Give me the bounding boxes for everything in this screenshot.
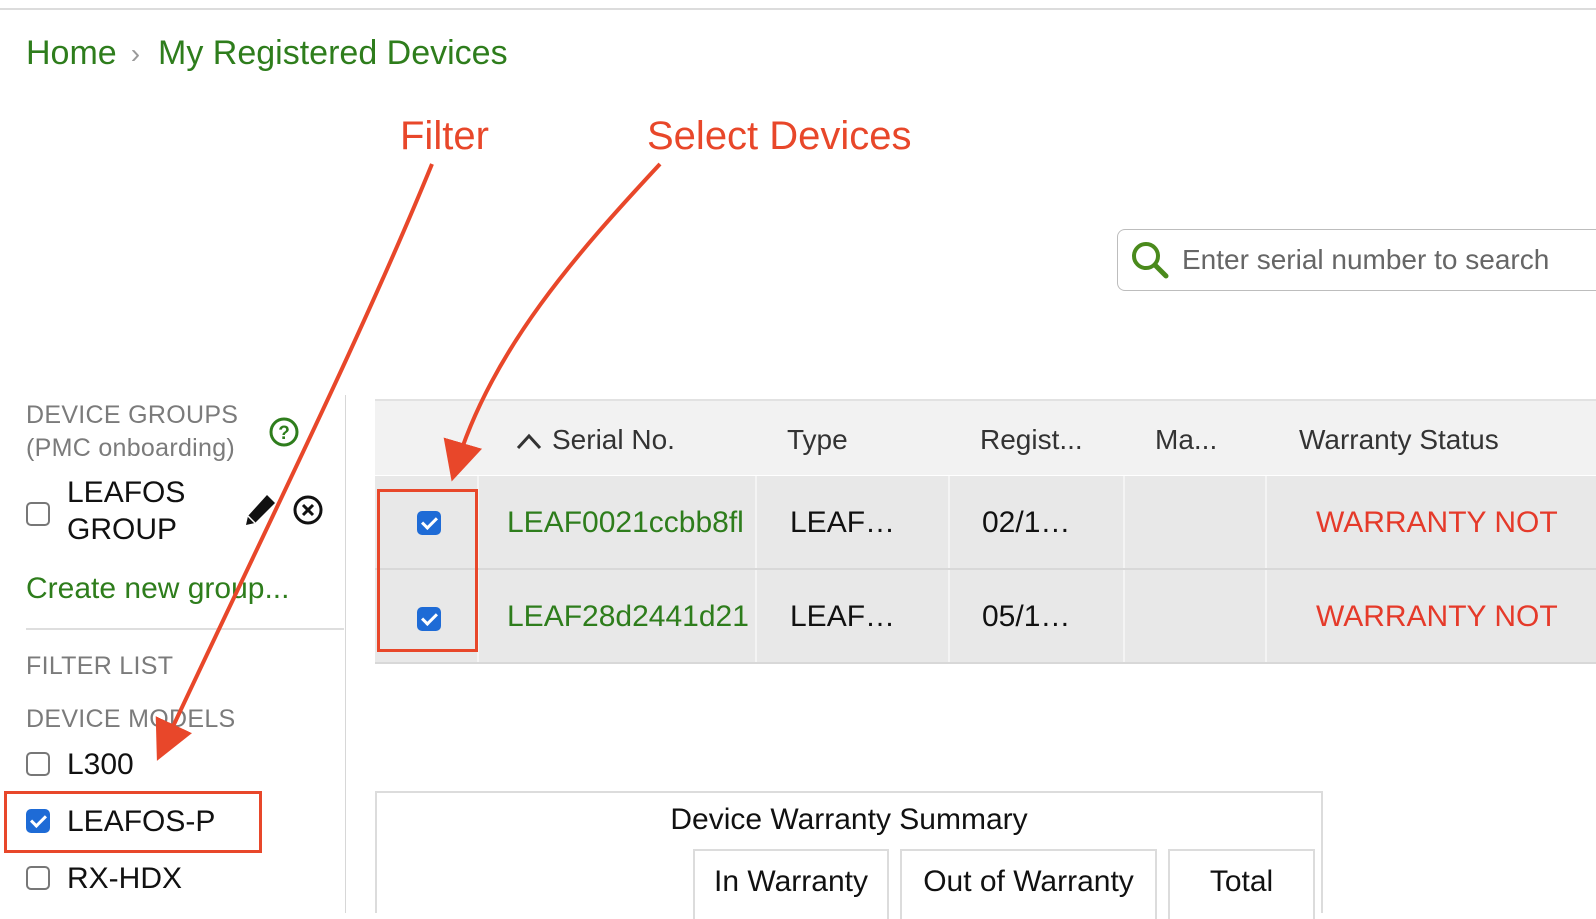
model-checkbox-leafos-p[interactable] [26, 809, 50, 833]
breadcrumb-current[interactable]: My Registered Devices [158, 34, 508, 73]
table-row[interactable]: LEAF28d2441d21 LEAF… 05/1… WARRANTY NOT [375, 570, 1596, 664]
create-group-link[interactable]: Create new group... [26, 572, 289, 606]
model-label-leafos-p: LEAFOS-P [67, 805, 216, 838]
breadcrumb-home[interactable]: Home [26, 34, 117, 73]
warranty-summary: Device Warranty Summary In Warranty Out … [375, 791, 1323, 919]
summary-title: Device Warranty Summary [670, 803, 1028, 836]
row-type: LEAF… [790, 600, 896, 633]
filter-list-title: FILTER LIST [26, 652, 174, 680]
pencil-icon[interactable] [242, 492, 278, 528]
header-manufacturer[interactable]: Ma... [1155, 424, 1217, 456]
model-checkbox-l300[interactable] [26, 752, 50, 776]
row-serial-link[interactable]: LEAF28d2441d21 [507, 600, 749, 634]
top-divider [0, 8, 1596, 10]
chevron-right-icon: › [130, 37, 141, 69]
summary-col-out-of-warranty[interactable]: Out of Warranty [900, 849, 1157, 919]
model-label-rx-hdx: RX-HDX [67, 862, 183, 895]
model-label-l300: L300 [67, 748, 134, 781]
row-checkbox[interactable] [417, 607, 441, 631]
header-type[interactable]: Type [787, 424, 848, 456]
close-circle-icon[interactable] [292, 494, 324, 526]
search-input[interactable] [1180, 243, 1596, 277]
annotation-filter: Filter [400, 114, 489, 158]
breadcrumb: Home › My Registered Devices [26, 34, 508, 73]
annotation-select-devices: Select Devices [647, 114, 912, 158]
svg-text:?: ? [278, 423, 290, 444]
summary-col-in-warranty[interactable]: In Warranty [693, 849, 889, 919]
help-icon[interactable]: ? [268, 416, 300, 448]
model-checkbox-rx-hdx[interactable] [26, 866, 50, 890]
row-warranty-status: WARRANTY NOT [1316, 600, 1558, 633]
summary-col-total[interactable]: Total [1168, 849, 1315, 919]
group-checkbox-leafos[interactable] [26, 502, 50, 526]
sidebar-divider [26, 628, 344, 630]
search-icon [1132, 242, 1169, 279]
row-registered: 02/1… [982, 506, 1071, 539]
device-groups-subtitle: (PMC onboarding) [26, 434, 236, 462]
row-type: LEAF… [790, 506, 896, 539]
table-row[interactable]: LEAF0021ccbb8fl LEAF… 02/1… WARRANTY NOT [375, 476, 1596, 570]
row-serial-link[interactable]: LEAF0021ccbb8fl [507, 506, 744, 540]
header-registered[interactable]: Regist... [980, 424, 1083, 456]
group-name-leafos: LEAFOS GROUP [67, 476, 186, 546]
sort-ascending-icon[interactable] [515, 431, 543, 451]
header-serial-no[interactable]: Serial No. [552, 424, 675, 456]
device-groups-title: DEVICE GROUPS [26, 401, 239, 429]
search-box[interactable] [1117, 229, 1596, 291]
table-header: Serial No. Type Regist... Ma... Warranty… [375, 399, 1596, 475]
row-checkbox[interactable] [417, 511, 441, 535]
header-warranty-status[interactable]: Warranty Status [1299, 424, 1499, 456]
row-registered: 05/1… [982, 600, 1071, 633]
row-warranty-status: WARRANTY NOT [1316, 506, 1558, 539]
device-models-title: DEVICE MODELS [26, 705, 236, 733]
